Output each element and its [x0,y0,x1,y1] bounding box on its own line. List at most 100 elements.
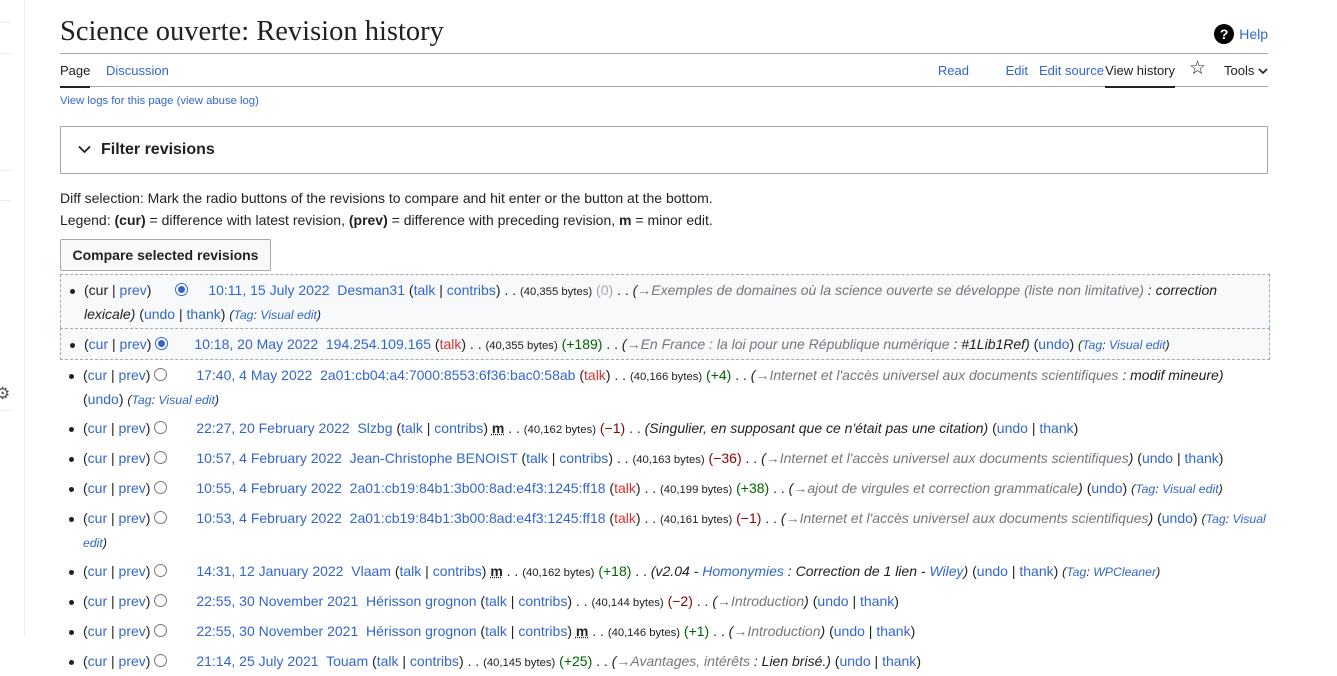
section-link[interactable]: Avantages, intérêts [630,653,750,669]
diff-radio-new[interactable] [154,564,168,577]
user-contribs-link[interactable]: contribs [410,653,459,669]
section-link[interactable]: Internet et l'accès universel aux docume… [769,367,1118,383]
user-talk-link[interactable]: talk [614,510,636,526]
diff-radio-old[interactable] [175,283,189,296]
section-link[interactable]: ajout de virgules et correction grammati… [807,480,1078,496]
tab-read[interactable]: Read [938,62,969,80]
tag-link[interactable]: Visual edit [1109,338,1166,352]
diff-radio-new[interactable] [154,421,168,434]
thank-link[interactable]: thank [1039,420,1073,436]
undo-link[interactable]: undo [839,653,870,669]
cur-diff-link[interactable]: cur [88,450,107,466]
diff-radio-new[interactable] [154,511,168,524]
cur-diff-link[interactable]: cur [88,420,107,436]
undo-link[interactable]: undo [997,420,1028,436]
section-link[interactable]: Introduction [731,593,804,609]
user-talk-link[interactable]: talk [584,367,606,383]
section-link[interactable]: Internet et l'accès universel aux docume… [780,450,1129,466]
revision-timestamp-link[interactable]: 14:31, 12 January 2022 [196,563,343,579]
undo-link[interactable]: undo [817,593,848,609]
cur-diff-link[interactable]: cur [89,336,108,352]
prev-diff-link[interactable]: prev [119,593,146,609]
thank-link[interactable]: thank [876,623,910,639]
view-logs-text[interactable]: View logs for this page (view abuse log) [60,95,259,107]
prev-diff-link[interactable]: prev [119,450,146,466]
prev-diff-link[interactable]: prev [119,480,146,496]
cur-diff-link[interactable]: cur [88,653,107,669]
prev-diff-link[interactable]: prev [120,336,147,352]
user-link[interactable]: Vlaam [351,563,391,579]
user-link[interactable]: Slzbg [357,420,392,436]
thank-link[interactable]: thank [187,306,221,322]
user-link[interactable]: 194.254.109.165 [326,336,431,352]
thank-link[interactable]: thank [860,593,894,609]
tab-discussion[interactable]: Discussion [106,62,169,80]
revision-timestamp-link[interactable]: 17:40, 4 May 2022 [196,367,312,383]
section-link[interactable]: Introduction [747,623,820,639]
undo-link[interactable]: undo [1091,480,1122,496]
tab-edit[interactable]: Edit [1006,62,1028,80]
undo-link[interactable]: undo [88,391,119,407]
revision-timestamp-link[interactable]: 10:18, 20 May 2022 [194,336,318,352]
tag-link[interactable]: Visual edit [260,308,317,322]
thank-link[interactable]: thank [882,653,916,669]
user-contribs-link[interactable]: contribs [518,623,567,639]
summary-link[interactable]: Homonymies [702,563,784,579]
revision-timestamp-link[interactable]: 21:14, 25 July 2021 [196,653,318,669]
prev-diff-link[interactable]: prev [119,623,146,639]
user-talk-link[interactable]: talk [377,653,399,669]
tab-view-history[interactable]: View history [1105,62,1175,88]
tools-menu[interactable]: Tools [1224,62,1268,80]
cur-diff-link[interactable]: cur [88,480,107,496]
undo-link[interactable]: undo [1162,510,1193,526]
section-link[interactable]: Internet et l'accès universel aux docume… [800,510,1149,526]
undo-link[interactable]: undo [834,623,865,639]
user-talk-link[interactable]: talk [414,282,436,298]
user-talk-link[interactable]: talk [614,480,636,496]
tag-link[interactable]: Visual edit [158,393,215,407]
user-link[interactable]: Desman31 [337,282,405,298]
revision-timestamp-link[interactable]: 22:55, 30 November 2021 [196,623,358,639]
tag-link[interactable]: Visual edit [1162,482,1219,496]
user-link[interactable]: Hérisson grognon [366,593,477,609]
section-link[interactable]: En France : la loi pour une République n… [641,336,950,352]
cur-diff-link[interactable]: cur [88,563,107,579]
summary-link[interactable]: Wiley [929,563,963,579]
undo-link[interactable]: undo [1038,336,1069,352]
prev-diff-link[interactable]: prev [119,563,146,579]
user-link[interactable]: 2a01:cb19:84b1:3b00:8ad:e4f3:1245:ff18 [350,480,606,496]
thank-link[interactable]: thank [1019,563,1053,579]
user-contribs-link[interactable]: contribs [434,420,483,436]
cur-diff-link[interactable]: cur [88,367,107,383]
tag-link[interactable]: WPCleaner [1093,565,1156,579]
user-link[interactable]: Jean-Christophe BENOIST [350,450,518,466]
prev-diff-link[interactable]: prev [119,367,146,383]
tab-page[interactable]: Page [60,62,91,88]
prev-diff-link[interactable]: prev [119,653,146,669]
revision-timestamp-link[interactable]: 10:55, 4 February 2022 [196,480,342,496]
diff-radio-new[interactable] [154,368,168,381]
cur-diff-link[interactable]: cur [88,623,107,639]
revision-timestamp-link[interactable]: 22:55, 30 November 2021 [196,593,358,609]
user-link[interactable]: 2a01:cb19:84b1:3b00:8ad:e4f3:1245:ff18 [350,510,606,526]
undo-link[interactable]: undo [1142,450,1173,466]
revision-timestamp-link[interactable]: 10:11, 15 July 2022 [208,282,329,298]
user-talk-link[interactable]: talk [526,450,548,466]
tab-edit-source[interactable]: Edit source [1039,62,1104,80]
undo-link[interactable]: undo [977,563,1008,579]
user-talk-link[interactable]: talk [485,623,507,639]
revision-timestamp-link[interactable]: 10:57, 4 February 2022 [196,450,342,466]
user-talk-link[interactable]: talk [401,420,423,436]
thank-link[interactable]: thank [1185,450,1219,466]
compare-revisions-button[interactable]: Compare selected revisions [60,239,271,271]
revision-timestamp-link[interactable]: 22:27, 20 February 2022 [196,420,349,436]
revision-timestamp-link[interactable]: 10:53, 4 February 2022 [196,510,342,526]
filter-revisions-panel[interactable]: Filter revisions [60,126,1268,174]
diff-radio-new[interactable] [154,594,168,607]
view-logs-link[interactable]: View logs for this page (view abuse log) [60,95,259,107]
prev-diff-link[interactable]: prev [119,420,146,436]
user-talk-link[interactable]: talk [400,563,422,579]
user-contribs-link[interactable]: contribs [559,450,608,466]
user-contribs-link[interactable]: contribs [447,282,496,298]
user-talk-link[interactable]: talk [485,593,507,609]
